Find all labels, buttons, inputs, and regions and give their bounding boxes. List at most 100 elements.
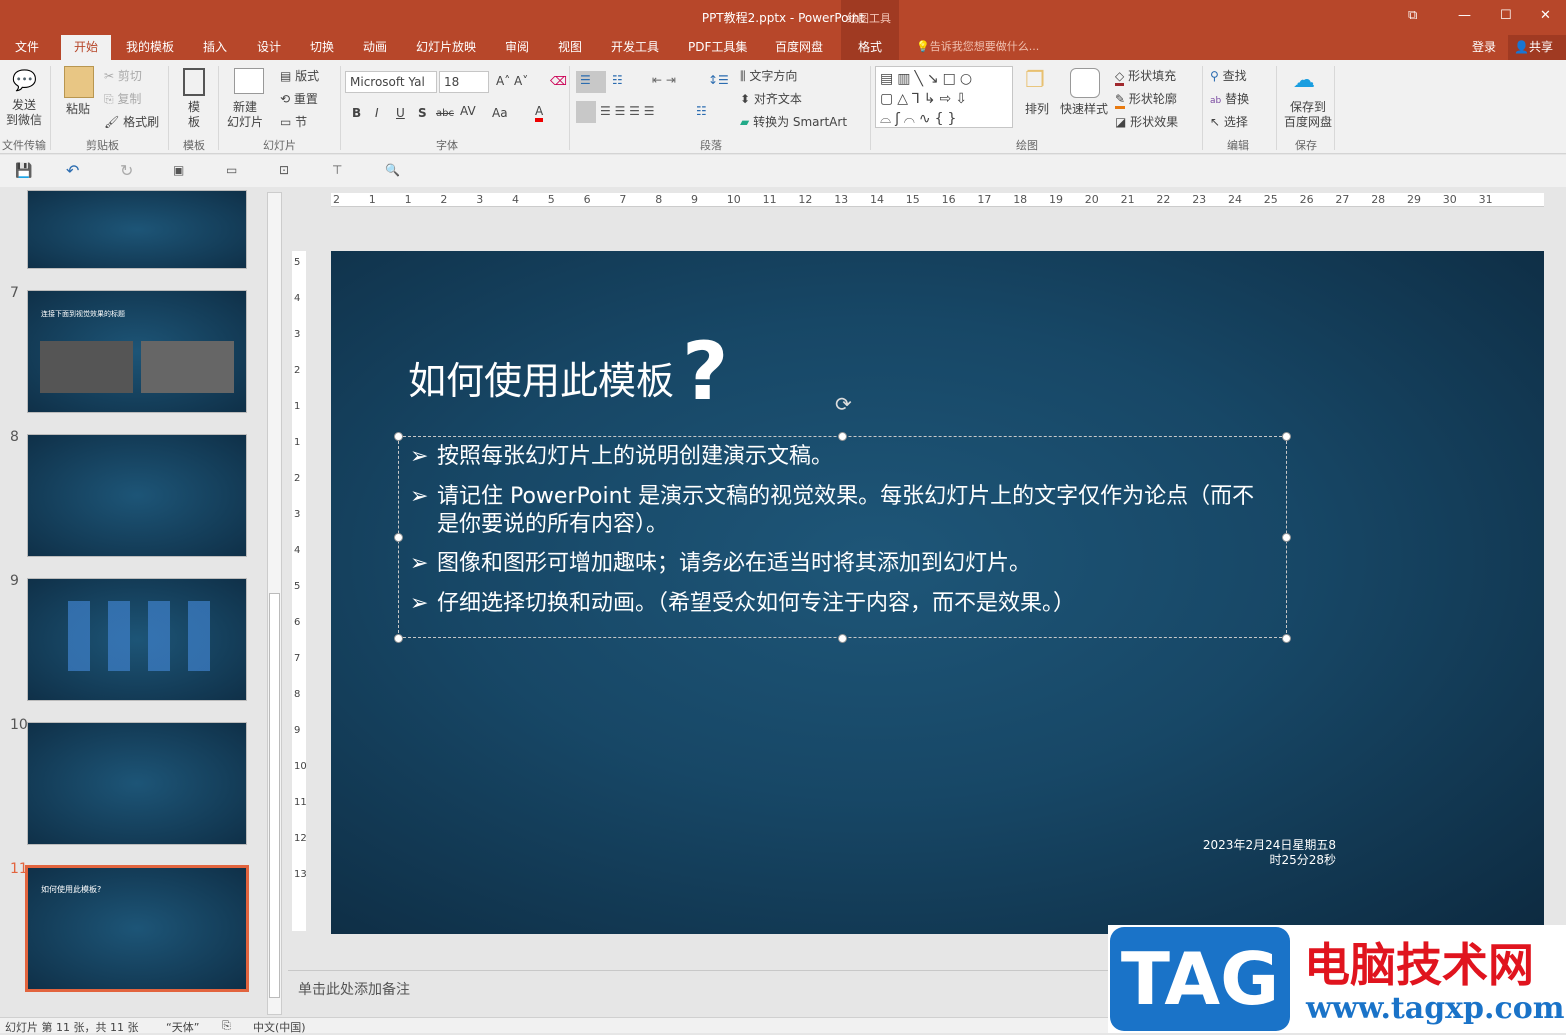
columns-button[interactable]: ☷: [696, 104, 707, 118]
tab-animations[interactable]: 动画: [363, 38, 387, 55]
align-text-button[interactable]: ⬍ 对齐文本: [740, 90, 802, 107]
font-color-button[interactable]: A: [535, 104, 544, 122]
shape-outline-button[interactable]: ✎ 形状轮廓: [1115, 90, 1177, 109]
watermark-logo: TAG 电脑技术网 www.tagxp.com: [1108, 925, 1566, 1033]
numbering-button[interactable]: ☷: [612, 73, 623, 87]
font-name-input[interactable]: Microsoft Yal: [345, 71, 437, 93]
thumbnail-slide-10[interactable]: [27, 722, 247, 845]
shadow-button[interactable]: S: [418, 106, 427, 120]
tab-transitions[interactable]: 切换: [310, 38, 334, 55]
cut-button[interactable]: ✂ 剪切: [104, 67, 142, 84]
clear-format-icon[interactable]: ⌫: [550, 74, 567, 88]
shape-effects-button[interactable]: ◪ 形状效果: [1115, 113, 1178, 130]
tab-design[interactable]: 设计: [257, 38, 281, 55]
tab-format[interactable]: 格式: [858, 38, 882, 55]
tell-me-search[interactable]: 💡告诉我您想要做什么...: [916, 38, 1039, 54]
minimize-button[interactable]: —: [1458, 8, 1471, 23]
char-spacing-button[interactable]: AV: [460, 104, 476, 118]
layout-button[interactable]: ▤ 版式: [280, 67, 319, 84]
tab-view[interactable]: 视图: [558, 38, 582, 55]
resize-handle[interactable]: [838, 432, 847, 441]
shapes-gallery[interactable]: ▤▥╲↘□○ ▢△⅂↳⇨⇩ ⌓ʃ⌒∿{}: [875, 66, 1013, 128]
text-direction-button[interactable]: ⫼ 文字方向: [740, 67, 797, 84]
tab-file[interactable]: 文件: [15, 38, 39, 55]
shape-fill-button[interactable]: ◇ 形状填充: [1115, 67, 1176, 86]
save-to-baidu-button[interactable]: 保存到 百度网盘: [1284, 100, 1332, 130]
undo-icon[interactable]: ↶: [66, 161, 79, 180]
thumbnail-slide-7[interactable]: 连接下面到视觉效果的标题: [27, 290, 247, 413]
redo-icon[interactable]: ↻: [120, 161, 133, 180]
scrollbar-thumb[interactable]: [269, 593, 280, 998]
ruler-tick-label: 9: [294, 725, 301, 736]
thumbnail-slide-8[interactable]: [27, 434, 247, 557]
projector-icon[interactable]: ⊤: [332, 163, 342, 177]
align-buttons[interactable]: ☰ ☰ ☰ ☰: [600, 104, 654, 118]
font-grow-icon[interactable]: A˄ A˅: [496, 74, 528, 88]
paste-button[interactable]: 粘贴: [66, 100, 90, 117]
smartart-button[interactable]: ▰ 转换为 SmartArt: [740, 113, 847, 130]
align-left-button[interactable]: [576, 101, 596, 123]
thumbnail-slide-11-selected[interactable]: 如何使用此模板?: [25, 865, 249, 992]
ruler-tick-label: 8: [655, 193, 663, 206]
format-painter-button[interactable]: 🖌 格式刷: [104, 113, 159, 130]
slide-thumbnail-pane[interactable]: 7 连接下面到视觉效果的标题 8 9 10 11 如何使用此模板?: [0, 187, 266, 1017]
find-button[interactable]: ⚲ 查找: [1210, 67, 1247, 84]
arrange-button[interactable]: 排列: [1025, 100, 1049, 117]
tab-review[interactable]: 审阅: [505, 38, 529, 55]
indent-buttons[interactable]: ⇤ ⇥: [652, 73, 676, 87]
bold-button[interactable]: B: [352, 106, 361, 120]
underline-button[interactable]: U: [396, 106, 405, 120]
maximize-button[interactable]: ☐: [1500, 8, 1512, 23]
share-button[interactable]: 👤共享: [1508, 35, 1566, 60]
resize-handle[interactable]: [1282, 432, 1291, 441]
print-preview-icon[interactable]: 🔍: [385, 163, 400, 177]
spellcheck-icon[interactable]: ⎘: [222, 1019, 231, 1033]
change-case-button[interactable]: Aa: [492, 106, 508, 120]
new-slide-button[interactable]: 新建 幻灯片: [227, 100, 263, 130]
ruler-tick-label: 20: [1084, 193, 1099, 206]
template-button[interactable]: 模 板: [188, 100, 200, 130]
close-button[interactable]: ✕: [1540, 8, 1551, 23]
select-button[interactable]: ↖ 选择: [1210, 113, 1248, 130]
copy-button[interactable]: ⎘ 复制: [104, 90, 141, 107]
present-icon[interactable]: ⊡: [279, 163, 289, 177]
watermark-site-name: 电脑技术网: [1304, 938, 1534, 992]
tab-slideshow[interactable]: 幻灯片放映: [416, 38, 476, 55]
font-size-input[interactable]: 18: [439, 71, 489, 93]
tab-my-templates[interactable]: 我的模板: [126, 38, 174, 55]
bullet-item: ➢ 图像和图形可增加趣味；请务必在适当时将其添加到幻灯片。: [410, 550, 1270, 578]
thumbnail-slide-9[interactable]: [27, 578, 247, 701]
thumbnail-slide-6[interactable]: [27, 190, 247, 269]
tab-pdf-tools[interactable]: PDF工具集: [688, 38, 747, 55]
ribbon-display-button[interactable]: ⧉: [1408, 8, 1417, 23]
slide-title[interactable]: 如何使用此模板: [408, 350, 674, 405]
thumbnail-scrollbar[interactable]: [267, 192, 282, 1015]
slide-icon[interactable]: ▭: [226, 163, 237, 177]
tab-insert[interactable]: 插入: [203, 38, 227, 55]
tab-developer[interactable]: 开发工具: [611, 38, 659, 55]
section-button[interactable]: ▭ 节: [280, 113, 307, 130]
quick-styles-button[interactable]: 快速样式: [1060, 100, 1108, 117]
thumbnail-number: 7: [10, 285, 19, 301]
italic-button[interactable]: I: [375, 106, 379, 120]
send-to-wechat-button[interactable]: 发送 到微信: [6, 98, 42, 128]
tab-home[interactable]: 开始: [61, 35, 111, 60]
tab-baidu[interactable]: 百度网盘: [775, 38, 823, 55]
resize-handle[interactable]: [838, 634, 847, 643]
rotate-handle-icon[interactable]: ⟳: [835, 392, 852, 416]
replace-button[interactable]: ab 替换: [1210, 90, 1249, 107]
ruler-tick-label: 10: [294, 761, 307, 772]
resize-handle[interactable]: [1282, 634, 1291, 643]
resize-handle[interactable]: [394, 432, 403, 441]
line-spacing-button[interactable]: ↕☰: [708, 73, 729, 87]
ruler-tick-label: 2: [294, 365, 301, 376]
start-slideshow-icon[interactable]: ▣: [173, 163, 184, 177]
resize-handle[interactable]: [394, 533, 403, 542]
reset-button[interactable]: ⟲ 重置: [280, 90, 318, 107]
resize-handle[interactable]: [1282, 533, 1291, 542]
strikethrough-button[interactable]: abc: [436, 108, 454, 119]
login-link[interactable]: 登录: [1472, 38, 1496, 55]
resize-handle[interactable]: [394, 634, 403, 643]
smartart-label: 转换为 SmartArt: [753, 115, 848, 129]
save-icon[interactable]: 💾: [15, 163, 32, 179]
